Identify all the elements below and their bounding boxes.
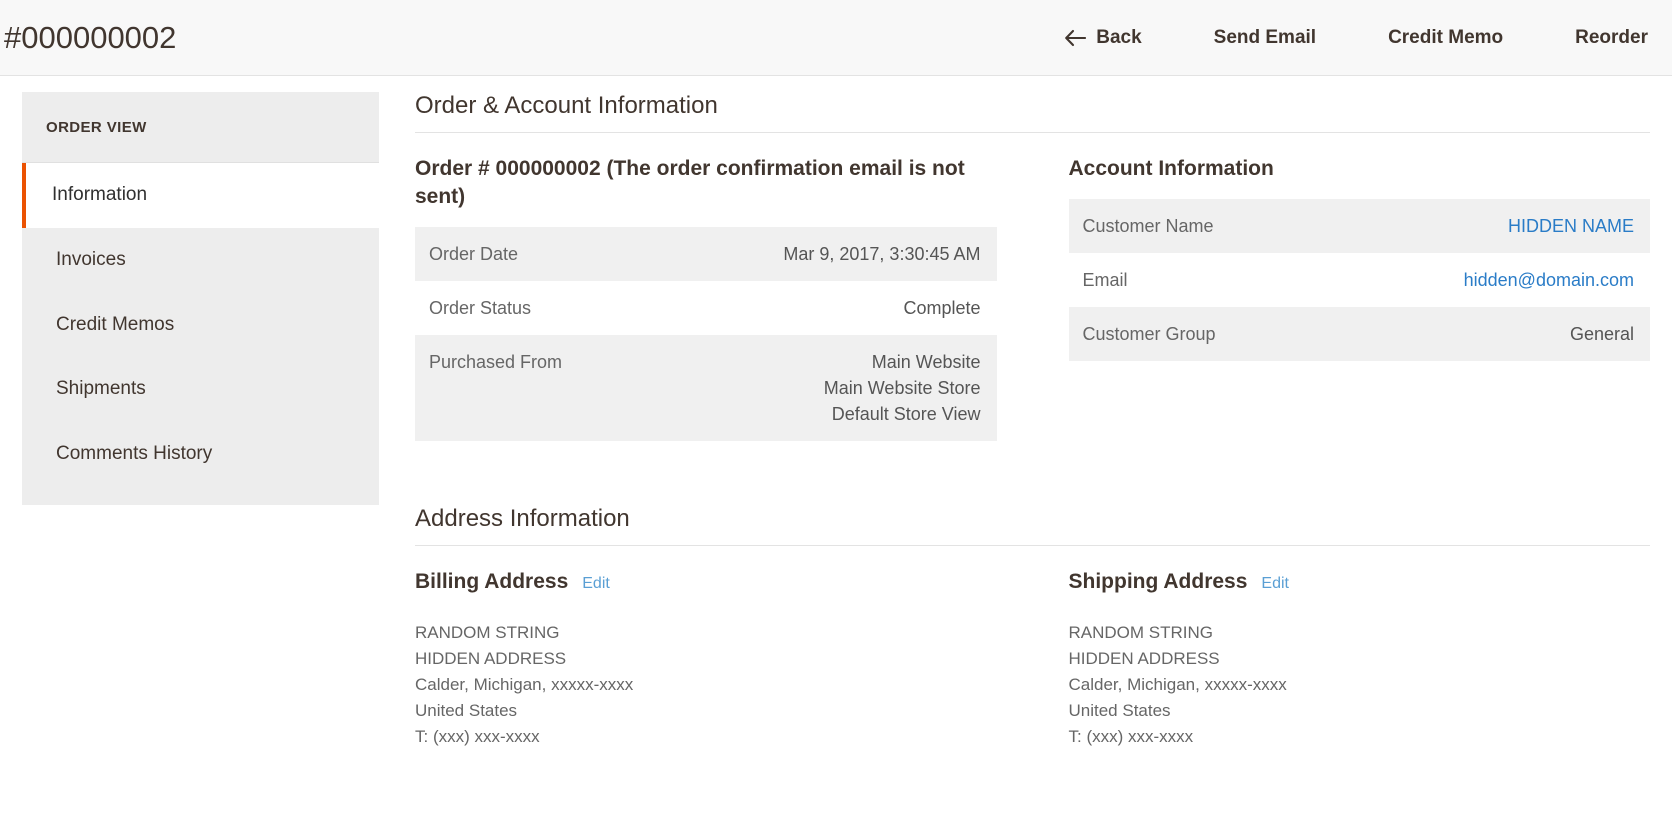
purchased-from-label: Purchased From <box>429 352 563 373</box>
sidebar-item-label: Credit Memos <box>56 313 175 335</box>
sidebar-item-label: Shipments <box>56 378 146 400</box>
page-body: ORDER VIEW Information Invoices Credit M… <box>0 76 1672 749</box>
reorder-button-label: Reorder <box>1575 26 1648 48</box>
sidebar-item-label: Comments History <box>56 443 213 465</box>
address-line: RANDOM STRING <box>415 623 560 643</box>
account-information-table: Customer Name HIDDEN NAME Email hidden@d… <box>1068 198 1651 362</box>
shipping-address-block: Shipping Address Edit RANDOM STRING HIDD… <box>1069 568 1651 749</box>
main-content: Order & Account Information Order # 0000… <box>379 92 1672 749</box>
reorder-button[interactable]: Reorder <box>1539 21 1664 55</box>
order-heading: Order # 000000002 (The order confirmatio… <box>415 157 965 208</box>
sidebar-item-invoices[interactable]: Invoices <box>22 228 379 293</box>
order-account-section-title: Order & Account Information <box>415 92 1650 133</box>
table-row: Customer Group General <box>1068 307 1650 362</box>
customer-name-value: HIDDEN NAME <box>1371 199 1650 253</box>
shipping-address-lines: RANDOM STRING HIDDEN ADDRESS Calder, Mic… <box>1069 620 1651 749</box>
order-information-block: Order # 000000002 (The order confirmatio… <box>415 155 997 442</box>
order-date-label: Order Date <box>429 243 519 264</box>
billing-address-block: Billing Address Edit RANDOM STRING HIDDE… <box>415 568 997 749</box>
address-line: HIDDEN ADDRESS <box>415 649 567 669</box>
account-information-block: Account Information Customer Name HIDDEN… <box>1068 155 1651 362</box>
customer-name-link[interactable]: HIDDEN NAME <box>1508 216 1634 236</box>
address-section-title: Address Information <box>415 505 1650 547</box>
sidebar-item-credit-memos[interactable]: Credit Memos <box>22 293 379 358</box>
purchased-from-store-view: Default Store View <box>831 404 981 425</box>
table-row: Email hidden@domain.com <box>1069 253 1651 307</box>
order-information-table: Order Date Mar 9, 2017, 3:30:45 AM Order… <box>415 226 997 442</box>
purchased-from-website: Main Website <box>871 352 981 373</box>
email-value: hidden@domain.com <box>1371 253 1650 307</box>
purchased-from-store: Main Website Store <box>823 378 981 399</box>
back-button[interactable]: Back <box>1028 21 1177 55</box>
purchased-from-value: Main Website Main Website Store Default … <box>717 335 996 441</box>
edit-billing-address-link[interactable]: Edit <box>582 573 610 594</box>
page-header: #000000002 Back Send Email Credit Memo R… <box>0 0 1672 76</box>
sidebar-title: ORDER VIEW <box>22 92 379 163</box>
sidebar-item-shipments[interactable]: Shipments <box>22 357 379 422</box>
account-information-heading: Account Information <box>1068 157 1274 180</box>
shipping-address-heading: Shipping Address <box>1068 570 1248 594</box>
billing-address-heading: Billing Address <box>415 570 569 594</box>
shipping-address-heading-row: Shipping Address Edit <box>1069 568 1651 596</box>
header-actions: Back Send Email Credit Memo Reorder <box>1028 21 1672 55</box>
sidebar-item-comments-history[interactable]: Comments History <box>22 422 379 487</box>
address-line: United States <box>1068 700 1171 720</box>
edit-shipping-address-link[interactable]: Edit <box>1261 573 1289 594</box>
email-label: Email <box>1082 270 1128 291</box>
credit-memo-button[interactable]: Credit Memo <box>1352 21 1539 55</box>
page-title: #000000002 <box>4 19 177 55</box>
order-status-value: Complete <box>903 297 981 318</box>
customer-group-value: General <box>1569 324 1634 345</box>
table-row: Purchased From Main Website Main Website… <box>415 335 997 442</box>
address-phone-line: T: (xxx) xxx-xxxx <box>415 726 540 746</box>
order-account-columns: Order # 000000002 (The order confirmatio… <box>415 155 1651 442</box>
table-row: Order Date Mar 9, 2017, 3:30:45 AM <box>415 226 997 281</box>
address-line: Calder, Michigan, xxxxx-xxxx <box>1068 674 1287 694</box>
address-phone-line: T: (xxx) xxx-xxxx <box>1068 726 1194 746</box>
table-row: Order Status Complete <box>415 281 997 335</box>
email-link[interactable]: hidden@domain.com <box>1464 270 1634 290</box>
address-line: United States <box>415 700 518 720</box>
send-email-button[interactable]: Send Email <box>1178 21 1352 55</box>
address-line: HIDDEN ADDRESS <box>1068 649 1220 669</box>
sidebar-item-information[interactable]: Information <box>22 163 379 228</box>
table-row: Customer Name HIDDEN NAME <box>1068 198 1650 254</box>
order-view-sidebar: ORDER VIEW Information Invoices Credit M… <box>22 92 379 505</box>
address-line: RANDOM STRING <box>1068 623 1214 643</box>
billing-address-lines: RANDOM STRING HIDDEN ADDRESS Calder, Mic… <box>415 620 997 749</box>
send-email-button-label: Send Email <box>1213 26 1317 48</box>
back-button-label: Back <box>1096 26 1142 48</box>
address-columns: Billing Address Edit RANDOM STRING HIDDE… <box>415 568 1650 749</box>
sidebar-item-label: Information <box>52 184 148 205</box>
arrow-left-icon <box>1064 29 1087 47</box>
customer-name-label: Customer Name <box>1082 215 1214 236</box>
sidebar-item-label: Invoices <box>56 248 126 270</box>
address-line: Calder, Michigan, xxxxx-xxxx <box>415 674 634 694</box>
credit-memo-button-label: Credit Memo <box>1388 26 1504 48</box>
billing-address-heading-row: Billing Address Edit <box>415 568 997 596</box>
customer-group-label: Customer Group <box>1082 324 1216 345</box>
order-date-value: Mar 9, 2017, 3:30:45 AM <box>783 243 981 264</box>
order-status-label: Order Status <box>429 297 532 318</box>
